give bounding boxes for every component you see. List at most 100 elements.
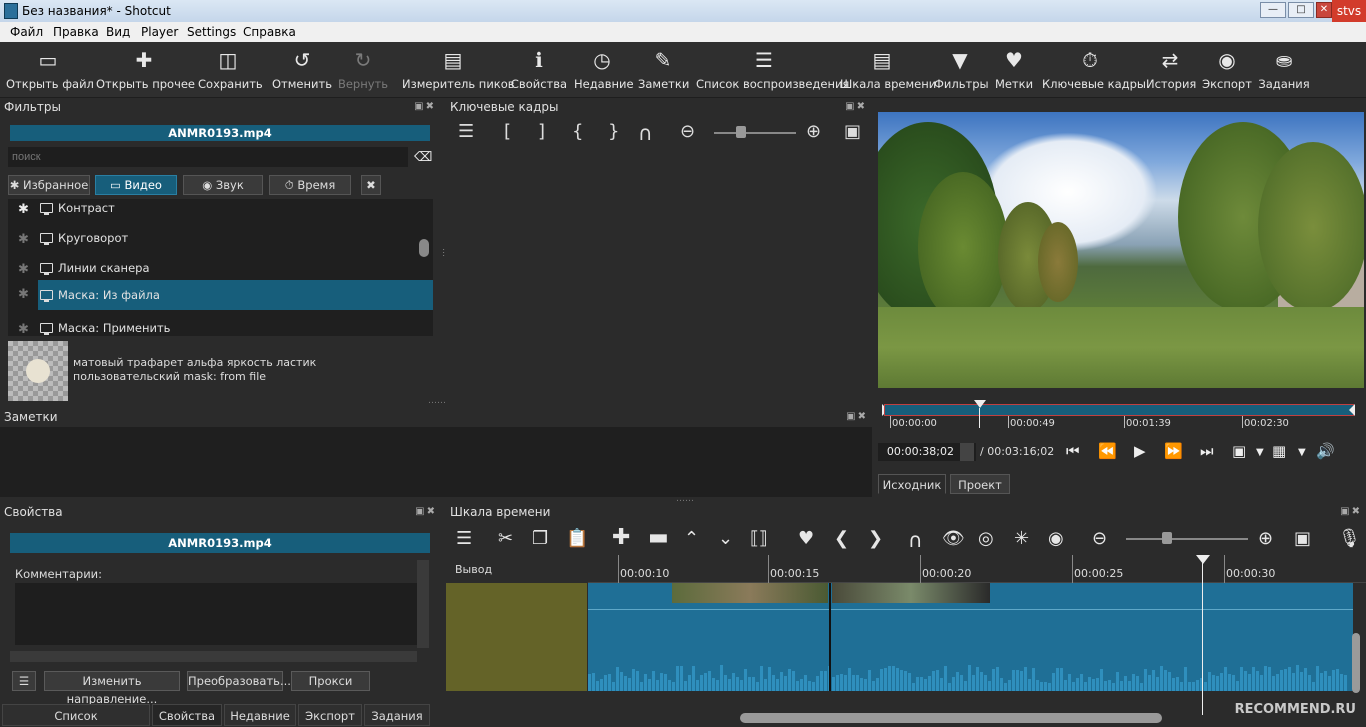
ripple-markers-icon[interactable]: ◉ (1048, 528, 1064, 549)
favorite-star-icon[interactable]: ✱ (18, 232, 29, 248)
menu-icon[interactable]: ☰ (456, 528, 472, 549)
chevron-down-icon[interactable]: ▼ (1298, 447, 1306, 458)
tab-recent[interactable]: Недавние (224, 704, 296, 726)
properties-menu-button[interactable]: ☰ (12, 671, 36, 691)
comments-field[interactable] (15, 583, 417, 645)
timeline-zoom-slider[interactable] (1126, 538, 1248, 540)
skip-to-end-icon[interactable]: ⏭ (1200, 442, 1214, 460)
lift-icon[interactable]: ⌃ (684, 528, 699, 549)
snap-magnet-icon[interactable]: ∩ (638, 121, 653, 145)
zoom-in-icon[interactable]: ⊕ (806, 121, 821, 142)
tab-favorites[interactable]: ✱ Избранное (8, 175, 90, 195)
menu-file[interactable]: Файл (10, 25, 43, 39)
zoom-slider[interactable] (714, 132, 796, 134)
zoom-slider-handle[interactable] (736, 126, 746, 138)
player-playhead[interactable] (974, 400, 986, 408)
menu-icon[interactable]: ☰ (458, 121, 474, 142)
proxy-button[interactable]: Прокси (291, 671, 370, 691)
menu-edit[interactable]: Правка (53, 25, 99, 39)
tab-playlist[interactable]: Список воспроизведения (2, 704, 150, 726)
ripple-all-tracks-icon[interactable]: ✳ (1014, 528, 1029, 549)
track-header[interactable] (446, 583, 587, 691)
menu-help[interactable]: Справка (243, 25, 296, 39)
volume-icon[interactable]: 🔊 (1316, 442, 1335, 460)
list-item-selected[interactable]: Маска: Из файла (38, 280, 433, 310)
clear-search-icon[interactable]: ⌫ (414, 150, 432, 165)
notes-button[interactable]: ✎ Заметки (638, 42, 689, 98)
reverse-button[interactable]: Изменить направление... (44, 671, 180, 706)
tab-jobs[interactable]: Задания (364, 704, 430, 726)
set-out-bracket-icon[interactable]: ] (538, 121, 545, 142)
out-point-marker[interactable] (1349, 404, 1355, 416)
timeline-playhead-handle[interactable] (1196, 555, 1210, 564)
playlist-button[interactable]: ☰ Список воспроизведения (696, 42, 849, 98)
timeline-ruler[interactable]: 00:00:10 00:00:15 00:00:20 00:00:25 00:0… (588, 555, 1366, 583)
convert-button[interactable]: Преобразовать... (187, 671, 291, 691)
history-button[interactable]: ⇄ История (1146, 42, 1196, 98)
list-item[interactable]: ✱ Круговорот (8, 229, 433, 259)
cut-icon[interactable]: ✂ (498, 528, 513, 549)
menu-player[interactable]: Player (141, 25, 178, 39)
recent-button[interactable]: ◷ Недавние (574, 42, 634, 98)
chevron-down-icon[interactable]: ▼ (1256, 447, 1264, 458)
zoom-fit-icon[interactable]: ▣ (844, 121, 861, 142)
set-in-bracket-icon[interactable]: [ (504, 121, 511, 142)
save-button[interactable]: ◫ Сохранить (198, 42, 263, 98)
filters-button[interactable]: ▼ Фильтры (934, 42, 989, 98)
overwrite-icon[interactable]: ⌄ (718, 528, 733, 549)
timeline-button[interactable]: ▤ Шкала времени (840, 42, 936, 98)
filter-list-scrollbar[interactable] (419, 239, 429, 257)
previous-marker-icon[interactable]: ❮ (834, 528, 849, 549)
ripple-icon[interactable]: ◎ (978, 528, 994, 549)
tab-project[interactable]: Проект (950, 474, 1010, 494)
tab-properties[interactable]: Свойства (152, 704, 222, 726)
marker-icon[interactable]: ♥ (798, 528, 814, 549)
remove-icon[interactable]: ▬ (648, 525, 669, 550)
timeline-zoom-handle[interactable] (1162, 532, 1172, 544)
maximize-icon[interactable]: □ (1288, 2, 1314, 18)
tab-source[interactable]: Исходник (878, 474, 946, 494)
timecode-spinner[interactable] (960, 443, 974, 461)
clip-boundary[interactable] (829, 583, 831, 691)
video-preview[interactable] (878, 112, 1364, 388)
snap-magnet-icon[interactable]: ∩ (908, 528, 923, 552)
list-item[interactable]: ✱ Контраст (8, 199, 433, 229)
tab-export[interactable]: Экспорт (298, 704, 362, 726)
open-file-button[interactable]: ▭ Открыть файл (6, 42, 94, 98)
notes-textarea[interactable] (0, 427, 872, 497)
properties-button[interactable]: ℹ Свойства (510, 42, 568, 98)
player-scrubber[interactable] (884, 404, 1354, 416)
markers-button[interactable]: ♥ Метки (994, 42, 1034, 98)
zoom-out-icon[interactable]: ⊖ (680, 121, 695, 142)
panel-float-close-icon[interactable]: ▣✖ (1340, 506, 1362, 517)
paste-icon[interactable]: 📋 (566, 528, 588, 549)
close-icon[interactable]: ✕ (1316, 2, 1332, 18)
export-button[interactable]: ◉ Экспорт (1202, 42, 1252, 98)
keyframes-button[interactable]: ⏱ Ключевые кадры (1042, 42, 1146, 98)
favorite-star-icon[interactable]: ✱ (18, 287, 29, 302)
open-other-button[interactable]: ✚ Открыть прочее (96, 42, 195, 98)
tab-audio[interactable]: ◉ Звук (183, 175, 263, 195)
zoom-out-icon[interactable]: ⊖ (1092, 528, 1107, 549)
copy-icon[interactable]: ❐ (532, 528, 548, 549)
favorite-star-icon[interactable]: ✱ (18, 322, 29, 336)
record-audio-icon[interactable]: 🎙 (1338, 528, 1361, 549)
properties-vertical-scrollbar[interactable] (417, 560, 429, 648)
minimize-icon[interactable]: — (1260, 2, 1286, 18)
set-filter-end-icon[interactable]: } (608, 121, 619, 142)
panel-float-close-icon[interactable]: ▣✖ (845, 101, 867, 112)
menu-settings[interactable]: Settings (187, 25, 236, 39)
skip-to-start-icon[interactable]: ⏮ (1066, 442, 1080, 460)
panel-float-close-icon[interactable]: ▣✖ (414, 101, 436, 112)
scrub-drag-icon[interactable]: 👁 (942, 528, 965, 549)
close-tab-filter-button[interactable]: ✖ (361, 175, 381, 195)
grid-icon[interactable]: ▦ (1272, 442, 1286, 460)
zoom-in-icon[interactable]: ⊕ (1258, 528, 1273, 549)
resize-handle[interactable]: …… (428, 396, 446, 406)
menu-view[interactable]: Вид (106, 25, 130, 39)
zoom-fit-icon[interactable]: ▣ (1294, 528, 1311, 549)
peak-meter-button[interactable]: ▤ Измеритель пиков (402, 42, 515, 98)
tab-time[interactable]: ⏱ Время (269, 175, 351, 195)
zoom-player-icon[interactable]: ▣ (1232, 442, 1246, 460)
resize-handle[interactable]: … (440, 248, 450, 257)
